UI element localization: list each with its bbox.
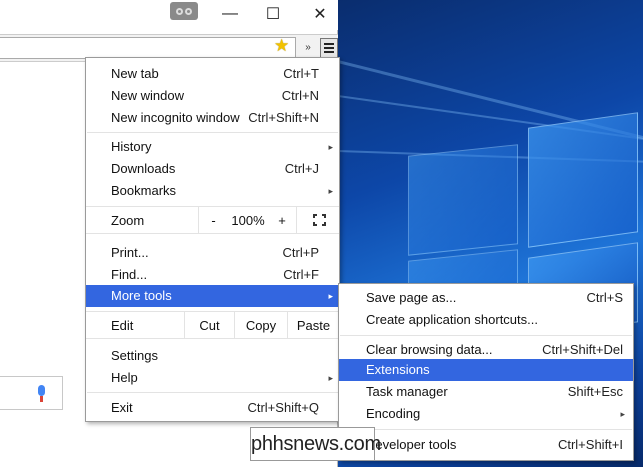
menu-item-label: Print... bbox=[111, 245, 149, 260]
menu-item-help[interactable]: Help ▸ bbox=[86, 367, 339, 389]
edit-label: Edit bbox=[111, 318, 134, 333]
shortcut-label: Ctrl+S bbox=[586, 290, 623, 305]
copy-button[interactable]: Copy bbox=[234, 312, 287, 339]
zoom-level: 100% bbox=[231, 213, 265, 228]
menu-item-label: New window bbox=[111, 88, 184, 103]
menu-item-settings[interactable]: Settings bbox=[86, 345, 339, 367]
menu-item-label: Encoding bbox=[366, 406, 421, 421]
shortcut-label: Ctrl+Shift+Del bbox=[542, 342, 623, 357]
title-bar: — ☐ ✕ bbox=[0, 0, 338, 30]
menu-item-label: Clear browsing data... bbox=[366, 342, 493, 357]
menu-item-history[interactable]: History ▸ bbox=[86, 136, 339, 158]
menu-item-downloads[interactable]: Downloads Ctrl+J bbox=[86, 158, 339, 180]
menu-item-more-tools[interactable]: More tools ▸ bbox=[86, 285, 339, 307]
menu-item-label: History bbox=[111, 139, 152, 154]
submenu-arrow-icon: ▸ bbox=[328, 142, 333, 152]
submenu-arrow-icon: ▸ bbox=[620, 409, 625, 419]
menu-separator bbox=[87, 132, 338, 133]
shortcut-label: Ctrl+Shift+N bbox=[248, 110, 319, 125]
shortcut-label: Ctrl+P bbox=[282, 245, 319, 260]
submenu-item-task-manager[interactable]: Task manager Shift+Esc bbox=[339, 381, 633, 403]
zoom-row: Zoom - 100% + bbox=[86, 206, 339, 234]
menu-item-label: New incognito window bbox=[111, 110, 240, 125]
menu-item-label: Create application shortcuts... bbox=[366, 312, 538, 327]
menu-item-find[interactable]: Find... Ctrl+F bbox=[86, 264, 339, 286]
shortcut-label: Ctrl+T bbox=[283, 66, 319, 81]
menu-item-label: Extensions bbox=[366, 362, 430, 377]
menu-item-bookmarks[interactable]: Bookmarks ▸ bbox=[86, 180, 339, 202]
menu-item-label: Settings bbox=[111, 348, 158, 363]
shortcut-label: Ctrl+N bbox=[281, 88, 319, 103]
shortcut-label: Ctrl+F bbox=[283, 267, 319, 282]
menu-item-label: Bookmarks bbox=[111, 183, 177, 198]
extensions-overflow-button[interactable]: » bbox=[300, 39, 316, 57]
menu-item-label: Help bbox=[111, 370, 138, 385]
maximize-button[interactable]: ☐ bbox=[253, 2, 293, 26]
microphone-icon[interactable] bbox=[38, 385, 45, 402]
incognito-icon bbox=[170, 2, 198, 20]
submenu-item-save-page[interactable]: Save page as... Ctrl+S bbox=[339, 287, 633, 309]
search-input[interactable] bbox=[0, 376, 63, 410]
page-content bbox=[0, 62, 85, 467]
menu-item-label: Task manager bbox=[366, 384, 448, 399]
menu-item-label: Downloads bbox=[111, 161, 176, 176]
menu-item-label: New tab bbox=[111, 66, 159, 81]
close-button[interactable]: ✕ bbox=[300, 2, 340, 26]
menu-item-print[interactable]: Print... Ctrl+P bbox=[86, 242, 339, 264]
watermark: phhsnews.com bbox=[250, 427, 381, 461]
more-tools-submenu: Save page as... Ctrl+S Create applicatio… bbox=[338, 283, 634, 461]
submenu-arrow-icon: ▸ bbox=[328, 373, 333, 383]
minimize-button[interactable]: — bbox=[210, 2, 250, 26]
fullscreen-icon bbox=[313, 214, 326, 226]
edit-row: Edit Cut Copy Paste bbox=[86, 311, 339, 339]
zoom-in-button[interactable]: + bbox=[268, 207, 296, 234]
menu-separator bbox=[87, 392, 338, 393]
shortcut-label: Ctrl+J bbox=[284, 161, 319, 176]
menu-item-label: Exit bbox=[111, 400, 133, 415]
zoom-label: Zoom bbox=[111, 213, 145, 228]
menu-separator bbox=[340, 335, 632, 336]
menu-item-label: Find... bbox=[111, 267, 148, 282]
submenu-item-extensions[interactable]: Extensions bbox=[339, 359, 633, 381]
menu-item-new-window[interactable]: New window Ctrl+N bbox=[86, 85, 339, 107]
submenu-arrow-icon: ▸ bbox=[328, 186, 333, 196]
menu-item-new-tab[interactable]: New tab Ctrl+T bbox=[86, 63, 339, 85]
chrome-menu: New tab Ctrl+T New window Ctrl+N New inc… bbox=[85, 57, 340, 422]
submenu-item-clear-browsing-data[interactable]: Clear browsing data... Ctrl+Shift+Del bbox=[339, 339, 633, 361]
chrome-menu-button[interactable] bbox=[320, 38, 338, 58]
menu-item-label: More tools bbox=[111, 288, 172, 303]
menu-item-label: Save page as... bbox=[366, 290, 457, 305]
shortcut-label: Ctrl+Shift+Q bbox=[247, 400, 319, 415]
submenu-item-create-app-shortcuts[interactable]: Create application shortcuts... bbox=[339, 309, 633, 331]
submenu-item-developer-tools[interactable]: Developer tools Ctrl+Shift+I bbox=[339, 434, 633, 456]
submenu-arrow-icon: ▸ bbox=[328, 291, 333, 301]
shortcut-label: Shift+Esc bbox=[567, 384, 623, 399]
submenu-item-encoding[interactable]: Encoding ▸ bbox=[339, 403, 633, 425]
address-bar[interactable] bbox=[0, 37, 296, 59]
menu-item-exit[interactable]: Exit Ctrl+Shift+Q bbox=[86, 397, 339, 419]
menu-item-new-incognito-window[interactable]: New incognito window Ctrl+Shift+N bbox=[86, 107, 339, 129]
paste-button[interactable]: Paste bbox=[287, 312, 339, 339]
zoom-out-button[interactable]: - bbox=[198, 207, 228, 234]
star-icon[interactable]: ★ bbox=[274, 36, 289, 56]
menu-separator bbox=[340, 429, 632, 430]
cut-button[interactable]: Cut bbox=[184, 312, 234, 339]
shortcut-label: Ctrl+Shift+I bbox=[557, 437, 623, 452]
